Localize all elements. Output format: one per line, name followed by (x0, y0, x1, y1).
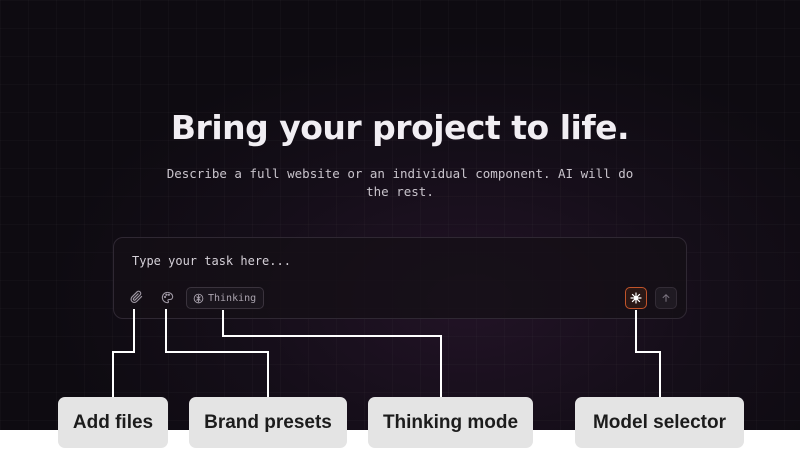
connector-add-files (112, 351, 135, 353)
brand-presets-button[interactable] (157, 287, 177, 307)
connector-add-files (112, 351, 114, 397)
connector-add-files (133, 309, 135, 352)
connector-model-selector (635, 310, 637, 352)
brain-icon (193, 293, 204, 303)
attach-files-button[interactable] (126, 287, 146, 307)
paperclip-icon (129, 290, 142, 304)
callout-add-files: Add files (58, 397, 168, 448)
connector-thinking-mode (440, 335, 442, 397)
thinking-label: Thinking (208, 292, 257, 304)
background-grid (0, 0, 800, 430)
thinking-mode-toggle[interactable]: Thinking (186, 287, 265, 309)
app-screen: Bring your project to life. Describe a f… (0, 0, 800, 430)
palette-icon (161, 291, 173, 303)
connector-brand-presets (165, 309, 167, 352)
subtitle-line-2: the rest. (366, 184, 434, 199)
page-title: Bring your project to life. (170, 108, 630, 147)
callout-model-selector: Model selector (575, 397, 744, 448)
connector-thinking-mode (222, 310, 224, 337)
connector-model-selector (659, 351, 661, 397)
arrow-up-icon (662, 294, 670, 302)
connector-brand-presets (267, 351, 269, 397)
connector-brand-presets (165, 351, 269, 353)
connector-thinking-mode (222, 335, 442, 337)
send-button[interactable] (655, 287, 677, 309)
task-input[interactable] (132, 254, 652, 268)
callout-brand-presets: Brand presets (189, 397, 347, 448)
sparkle-icon (630, 292, 642, 304)
page-subtitle: Describe a full website or an individual… (130, 165, 670, 201)
prompt-box: Thinking (113, 237, 687, 319)
subtitle-line-1: Describe a full website or an individual… (166, 166, 634, 181)
model-selector-button[interactable] (625, 287, 647, 309)
callout-thinking-mode: Thinking mode (368, 397, 533, 448)
connector-model-selector (635, 351, 661, 353)
